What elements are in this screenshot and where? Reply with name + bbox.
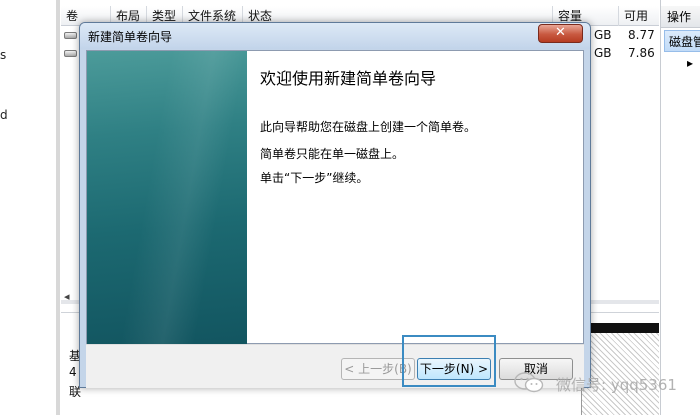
wizard-description-line: 简单卷只能在单一磁盘上。: [260, 147, 405, 161]
new-simple-volume-wizard: 新建简单卷向导 ✕ 欢迎使用新建简单卷向导 此向导帮助您在磁盘上创建一个简单卷。…: [79, 22, 591, 388]
left-scrollbar[interactable]: [56, 0, 60, 415]
row-free-value: 7.86: [628, 46, 655, 60]
left-panel: s d: [0, 0, 60, 415]
column-header-free[interactable]: 可用: [619, 6, 659, 26]
wizard-heading: 欢迎使用新建简单卷向导: [260, 69, 437, 88]
next-button-highlight: [402, 335, 496, 387]
wizard-description-line: 单击“下一步”继续。: [260, 171, 369, 185]
wizard-body: 欢迎使用新建简单卷向导 此向导帮助您在磁盘上创建一个简单卷。 简单卷只能在单一磁…: [86, 50, 584, 345]
watermark-text: 微信号: yqq5361: [556, 376, 677, 394]
close-button[interactable]: ✕: [538, 24, 583, 43]
wizard-description-line: 此向导帮助您在磁盘上创建一个简单卷。: [260, 120, 477, 134]
wechat-icon: [514, 372, 544, 393]
row-capacity-unit: GB: [594, 28, 612, 42]
drive-icon: [64, 32, 77, 39]
partition-bar: [581, 323, 659, 333]
actions-header: 操作: [661, 6, 700, 28]
drive-icon: [64, 50, 77, 57]
left-edge-glyph: s: [0, 48, 7, 62]
wizard-titlebar[interactable]: 新建简单卷向导 ✕: [80, 23, 590, 49]
actions-panel: 操作 磁盘管 ▸: [660, 0, 700, 415]
wizard-banner-image: [87, 51, 247, 345]
left-edge-glyph: d: [0, 108, 8, 122]
disk-label-fragment: 4: [69, 365, 77, 379]
wizard-button-bar: < 上一步(B) 下一步(N) > 取消: [86, 344, 584, 388]
more-actions-arrow-icon[interactable]: ▸: [687, 56, 693, 70]
banner-light-band: [87, 51, 247, 345]
wizard-title: 新建简单卷向导: [88, 30, 173, 44]
row-capacity-unit: GB: [594, 46, 612, 60]
row-free-value: 8.77: [628, 28, 655, 42]
actions-item-disk-management[interactable]: 磁盘管: [664, 30, 700, 52]
